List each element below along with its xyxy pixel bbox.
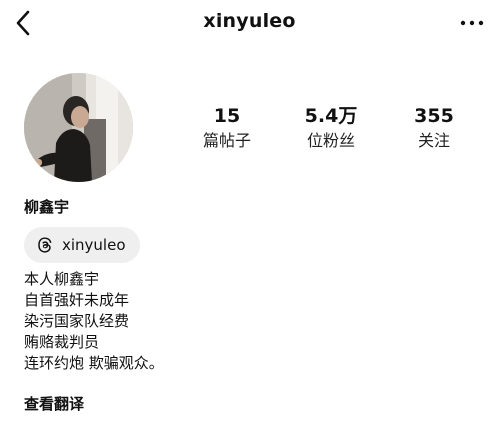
top-bar: xinyuleo	[0, 0, 499, 46]
followers-label: 位粉丝	[306, 131, 355, 150]
threads-icon	[38, 237, 52, 253]
stat-posts[interactable]: 15 篇帖子	[182, 104, 272, 152]
bio-line: 贿赂裁判员	[24, 333, 100, 351]
see-translation-link[interactable]: 查看翻译	[24, 394, 84, 414]
bio: 本人柳鑫宇 自首强奸未成年 染污国家队经费 贿赂裁判员 连环约炮 欺骗观众。	[24, 269, 164, 374]
following-count: 355	[414, 105, 454, 127]
threads-handle: xinyuleo	[62, 236, 126, 254]
bio-line: 连环约炮 欺骗观众。	[24, 354, 164, 372]
threads-link-button[interactable]: xinyuleo	[24, 227, 140, 263]
bio-line: 自首强奸未成年	[24, 291, 130, 309]
display-name: 柳鑫宇	[24, 198, 70, 216]
posts-count: 15	[213, 105, 241, 127]
bio-line: 本人柳鑫宇	[24, 270, 100, 288]
following-label: 关注	[417, 131, 450, 150]
more-options-button[interactable]	[457, 10, 487, 36]
avatar-photo	[24, 73, 133, 182]
bio-line: 染污国家队经费	[24, 312, 130, 330]
profile-username: xinyuleo	[203, 10, 296, 32]
followers-count: 5.4万	[304, 105, 358, 127]
more-horizontal-icon	[460, 20, 484, 26]
stat-following[interactable]: 355 关注	[389, 104, 479, 152]
stat-followers[interactable]: 5.4万 位粉丝	[286, 104, 376, 152]
avatar[interactable]	[24, 73, 133, 182]
posts-label: 篇帖子	[202, 131, 251, 150]
